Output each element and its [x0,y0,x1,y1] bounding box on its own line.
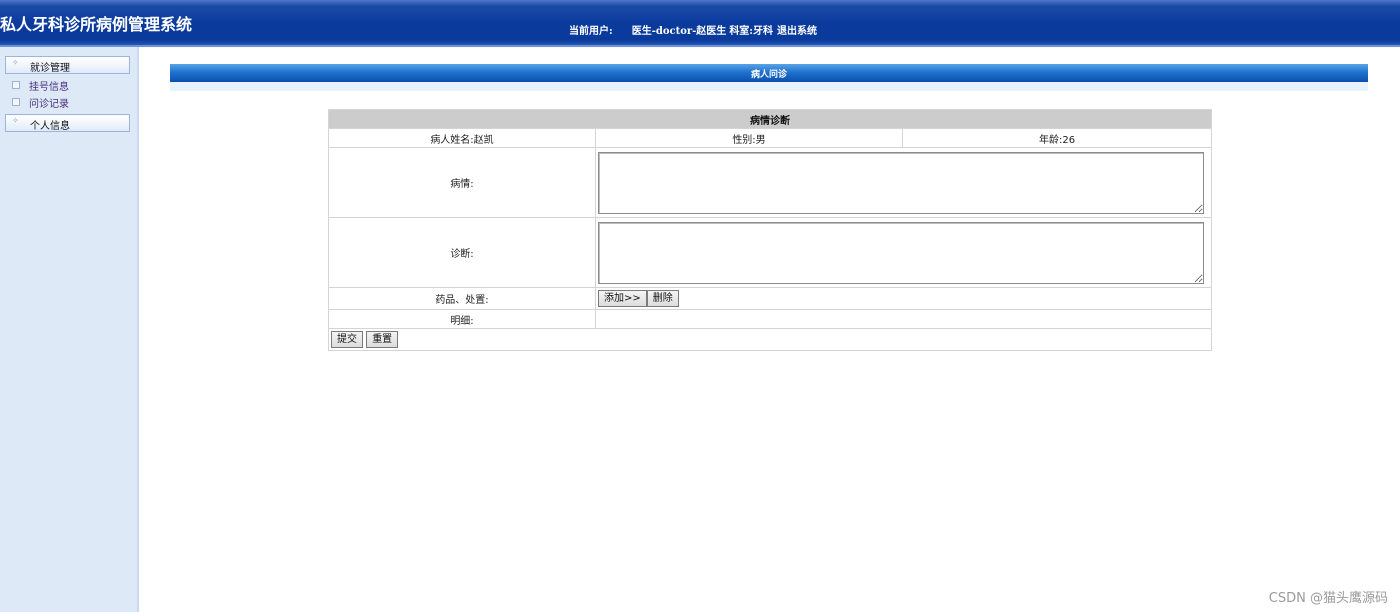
delete-medicine-button[interactable]: 删除 [646,290,679,307]
condition-cell [594,147,1213,218]
top-header: 私人牙科诊所病例管理系统 当前用户: 医生-doctor-赵医生 科室:牙科 退出系统 [0,0,1400,47]
sidebar-group-label: 就诊管理 [30,63,70,74]
diagnosis-textarea[interactable] [598,221,1204,284]
submit-button[interactable]: 提交 [331,331,363,348]
sidebar-item-label: 挂号信息 [29,82,69,93]
sidebar-group-visit-management[interactable]: ✧ 就诊管理 [5,56,130,74]
diamond-icon: ✧ [12,116,19,125]
section-header-underlay [170,82,1368,91]
diagnosis-label: 诊断: [328,217,596,288]
add-medicine-button[interactable]: 添加>> [598,290,647,307]
diagnosis-form: 病情诊断 病人姓名:赵凯 性别:男 年龄:26 病情: 诊断: 药品、处置: 添… [327,109,1213,351]
sidebar: ✧ 就诊管理 挂号信息 问诊记录 ✧ 个人信息 [0,47,139,612]
condition-textarea[interactable] [598,151,1204,214]
medicine-cell: 添加>> 删除 [594,287,1213,310]
patient-age: 年龄:26 [901,128,1213,148]
section-header-bar: 病人问诊 [170,64,1368,82]
reset-button[interactable]: 重置 [366,331,399,348]
csdn-watermark: CSDN @猫头鹰源码 [1268,591,1388,606]
sidebar-group-personal-info[interactable]: ✧ 个人信息 [5,114,130,132]
details-label: 明细: [328,309,596,329]
medicine-label: 药品、处置: [328,287,596,310]
diamond-icon: ✧ [12,58,19,67]
current-user-label: 当前用户: [569,26,613,37]
user-bar: 当前用户: 医生-doctor-赵医生 科室:牙科 退出系统 [569,22,817,37]
department: 科室:牙科 [729,26,774,37]
form-actions: 提交 重置 [327,328,1213,351]
current-user: 医生-doctor-赵医生 [631,26,727,37]
diagnosis-cell [594,217,1213,288]
sidebar-item-label: 问诊记录 [29,99,69,110]
logout-link[interactable]: 退出系统 [777,22,817,37]
patient-name: 病人姓名:赵凯 [328,128,596,148]
app-title: 私人牙科诊所病例管理系统 [0,15,193,34]
section-title: 病人问诊 [750,70,787,80]
header-divider [0,45,1400,47]
square-bullet-icon [12,81,20,89]
details-value [594,309,1213,329]
form-heading: 病情诊断 [327,109,1213,129]
sidebar-group-label: 个人信息 [30,121,70,132]
square-bullet-icon [12,98,20,106]
condition-label: 病情: [328,147,596,218]
patient-gender: 性别:男 [595,128,903,148]
